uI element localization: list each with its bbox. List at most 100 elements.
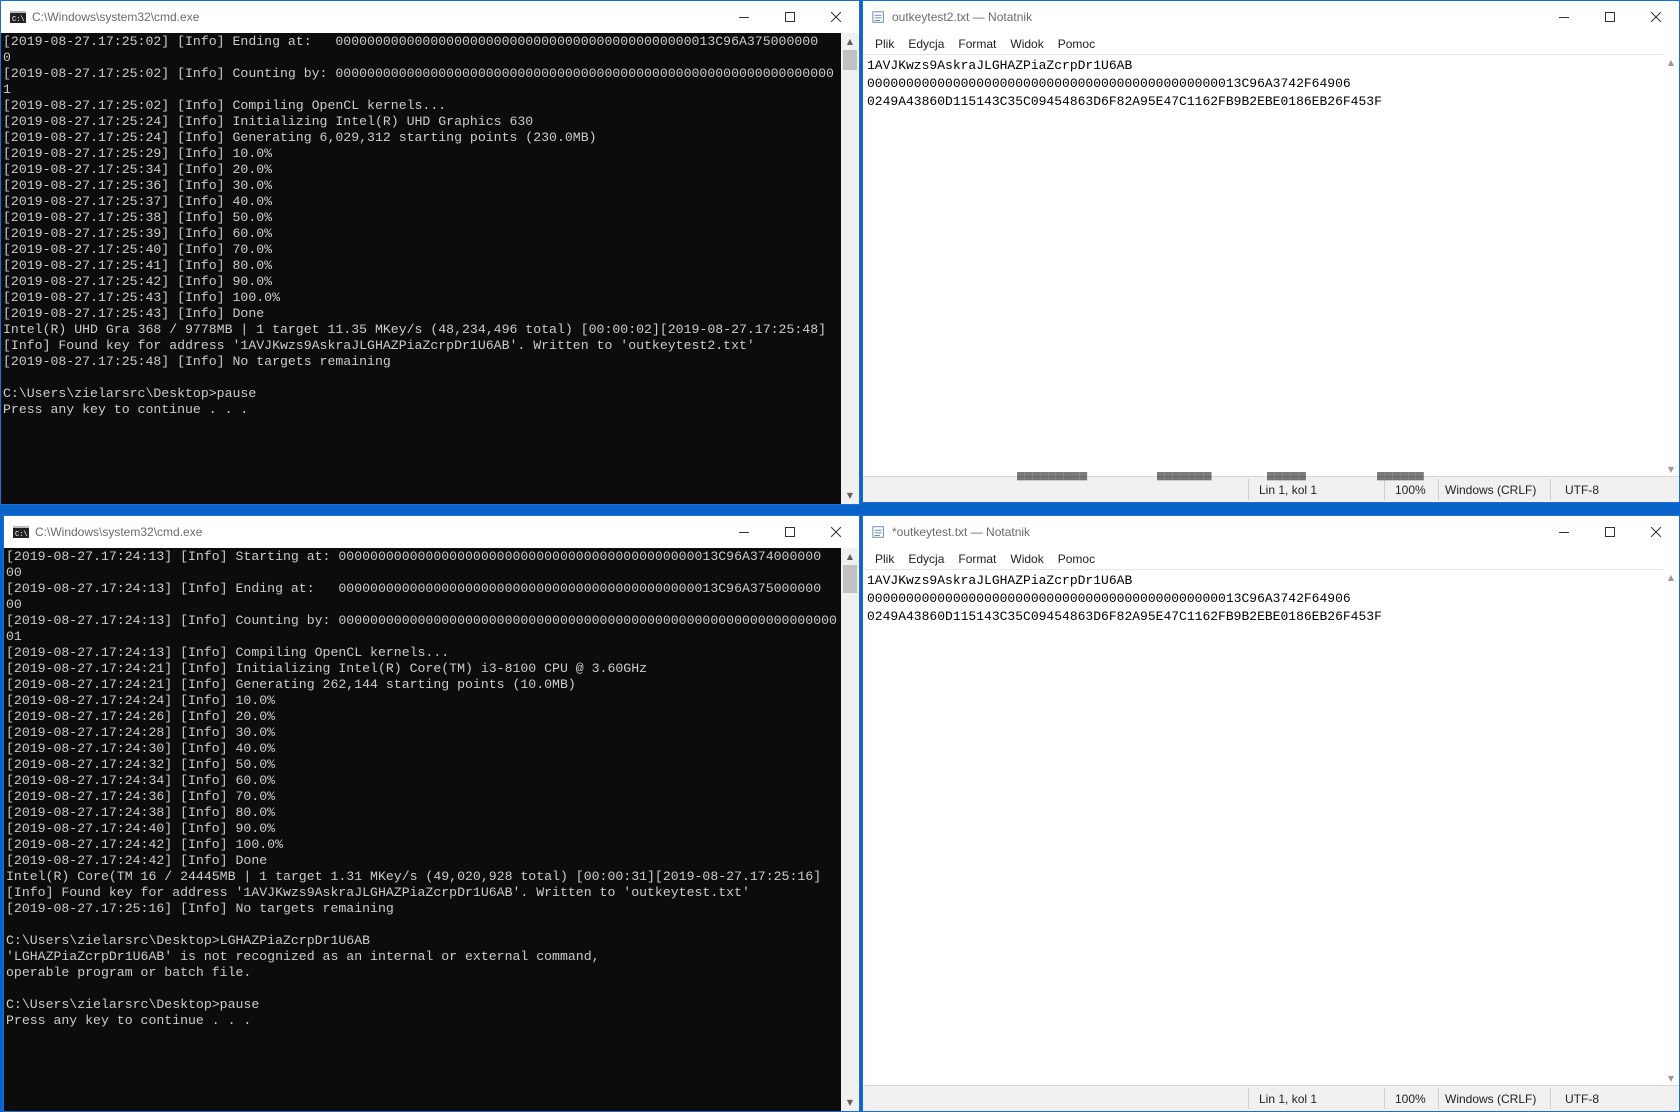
- cmd-window-bottom[interactable]: C:\ C:\Windows\system32\cmd.exe [2019-08…: [3, 515, 860, 1112]
- text-line: [2019-08-27.17:24:13] [Info] Counting by…: [6, 613, 837, 628]
- cursor-position: Lin 1, kol 1: [1259, 1092, 1318, 1106]
- close-icon: [1651, 12, 1661, 22]
- notepad-window-top[interactable]: outkeytest2.txt — Notatnik Plik Edycja F…: [862, 0, 1680, 503]
- scroll-up-arrow-icon[interactable]: ▲: [841, 548, 859, 565]
- text-line: Press any key to continue . . .: [3, 402, 249, 417]
- scroll-thumb[interactable]: [843, 50, 857, 70]
- text-line: [2019-08-27.17:24:26] [Info] 20.0%: [6, 709, 276, 724]
- menu-plik[interactable]: Plik: [868, 37, 901, 51]
- text-line: [2019-08-27.17:24:21] [Info] Initializin…: [6, 661, 648, 676]
- text-line: [2019-08-27.17:25:48] [Info] No targets …: [3, 354, 391, 369]
- menu-widok[interactable]: Widok: [1003, 37, 1050, 51]
- text-line: 0249A43860D115143C35C09454863D6F82A95E47…: [867, 94, 1382, 109]
- text-line: [2019-08-27.17:24:42] [Info] Done: [6, 853, 268, 868]
- console-area[interactable]: [2019-08-27.17:24:13] [Info] Starting at…: [4, 548, 841, 1111]
- menu-format[interactable]: Format: [951, 37, 1003, 51]
- scroll-thumb[interactable]: [843, 565, 857, 593]
- maximize-button[interactable]: [767, 516, 813, 548]
- scroll-down-arrow-icon[interactable]: ▼: [841, 487, 859, 504]
- text-line: [2019-08-27.17:25:37] [Info] 40.0%: [3, 194, 273, 209]
- title-bar[interactable]: *outkeytest.txt — Notatnik: [863, 516, 1679, 548]
- maximize-icon: [785, 527, 795, 537]
- minimize-button[interactable]: [721, 516, 767, 548]
- console-area[interactable]: [2019-08-27.17:25:02] [Info] Ending at: …: [1, 33, 841, 504]
- text-line: [2019-08-27.17:24:38] [Info] 80.0%: [6, 805, 276, 820]
- minimize-button[interactable]: [721, 1, 767, 33]
- text-line: C:\Users\zielarsrc\Desktop>pause: [6, 997, 260, 1012]
- text-line: [2019-08-27.17:25:29] [Info] 10.0%: [3, 146, 273, 161]
- status-bar: Lin 1, kol 1 100% Windows (CRLF) UTF-8: [863, 1085, 1679, 1111]
- scroll-up-arrow-icon[interactable]: ▲: [1663, 569, 1679, 585]
- menu-pomoc[interactable]: Pomoc: [1051, 552, 1102, 566]
- svg-text:C:\: C:\: [15, 531, 28, 538]
- text-editor[interactable]: 1AVJKwzs9AskraJLGHAZPiaZcrpDr1U6AB 000000…: [863, 54, 1663, 477]
- menu-format[interactable]: Format: [951, 552, 1003, 566]
- close-button[interactable]: [813, 516, 859, 548]
- text-line: [Info] Found key for address '1AVJKwzs9A…: [6, 885, 750, 900]
- window-title: *outkeytest.txt — Notatnik: [892, 525, 1031, 539]
- title-bar[interactable]: C:\ C:\Windows\system32\cmd.exe: [4, 516, 859, 548]
- text-line: [2019-08-27.17:25:43] [Info] 100.0%: [3, 290, 280, 305]
- text-editor[interactable]: 1AVJKwzs9AskraJLGHAZPiaZcrpDr1U6AB 000000…: [863, 569, 1663, 1086]
- maximize-button[interactable]: [767, 1, 813, 33]
- console-output: [2019-08-27.17:25:02] [Info] Ending at: …: [1, 33, 841, 504]
- text-line: [2019-08-27.17:24:13] [Info] Starting at…: [6, 549, 822, 564]
- editor-content: 1AVJKwzs9AskraJLGHAZPiaZcrpDr1U6AB 000000…: [863, 570, 1663, 628]
- minimize-icon: [739, 532, 749, 533]
- close-button[interactable]: [813, 1, 859, 33]
- text-line: [Info] Found key for address '1AVJKwzs9A…: [3, 338, 755, 353]
- encoding: UTF-8: [1565, 1092, 1599, 1106]
- console-output: [2019-08-27.17:24:13] [Info] Starting at…: [4, 548, 841, 1111]
- encoding: UTF-8: [1565, 483, 1599, 497]
- vertical-scrollbar[interactable]: ▲ ▼: [1663, 569, 1679, 1086]
- text-line: [6, 917, 839, 933]
- text-line: [2019-08-27.17:25:02] [Info] Ending at: …: [3, 34, 819, 49]
- maximize-icon: [1605, 12, 1615, 22]
- title-bar[interactable]: outkeytest2.txt — Notatnik: [863, 1, 1679, 33]
- minimize-icon: [1559, 17, 1569, 18]
- text-line: [2019-08-27.17:24:40] [Info] 90.0%: [6, 821, 276, 836]
- text-line: [2019-08-27.17:25:43] [Info] Done: [3, 306, 265, 321]
- menu-plik[interactable]: Plik: [868, 552, 901, 566]
- maximize-button[interactable]: [1587, 1, 1633, 33]
- text-line: [2019-08-27.17:24:30] [Info] 40.0%: [6, 741, 276, 756]
- close-button[interactable]: [1633, 1, 1679, 33]
- scroll-down-arrow-icon[interactable]: ▼: [1663, 461, 1679, 477]
- text-line: [2019-08-27.17:25:41] [Info] 80.0%: [3, 258, 273, 273]
- text-line: [2019-08-27.17:25:39] [Info] 60.0%: [3, 226, 273, 241]
- minimize-button[interactable]: [1541, 1, 1587, 33]
- menu-widok[interactable]: Widok: [1003, 552, 1050, 566]
- title-bar[interactable]: C:\ C:\Windows\system32\cmd.exe: [1, 1, 859, 33]
- close-button[interactable]: [1633, 516, 1679, 548]
- scroll-up-arrow-icon[interactable]: ▲: [841, 33, 859, 50]
- minimize-button[interactable]: [1541, 516, 1587, 548]
- text-line: 00: [6, 565, 22, 580]
- text-line: [2019-08-27.17:25:34] [Info] 20.0%: [3, 162, 273, 177]
- text-line: [2019-08-27.17:24:24] [Info] 10.0%: [6, 693, 276, 708]
- scroll-down-arrow-icon[interactable]: ▼: [1663, 1070, 1679, 1086]
- maximize-icon: [1605, 527, 1615, 537]
- vertical-scrollbar[interactable]: ▲ ▼: [1663, 54, 1679, 477]
- cmd-window-top[interactable]: C:\ C:\Windows\system32\cmd.exe [2019-08…: [0, 0, 860, 505]
- text-line: C:\Users\zielarsrc\Desktop>pause: [3, 386, 257, 401]
- text-line: [2019-08-27.17:25:16] [Info] No targets …: [6, 901, 394, 916]
- vertical-scrollbar[interactable]: ▲ ▼: [841, 548, 859, 1111]
- cmd-icon: C:\: [13, 526, 29, 538]
- text-line: [2019-08-27.17:24:13] [Info] Ending at: …: [6, 581, 822, 596]
- notepad-window-bottom[interactable]: *outkeytest.txt — Notatnik Plik Edycja F…: [862, 515, 1680, 1112]
- cmd-icon: C:\: [10, 11, 26, 23]
- scroll-down-arrow-icon[interactable]: ▼: [841, 1094, 859, 1111]
- maximize-button[interactable]: [1587, 516, 1633, 548]
- vertical-scrollbar[interactable]: ▲ ▼: [841, 33, 859, 504]
- menu-edycja[interactable]: Edycja: [901, 37, 951, 51]
- text-line: [2019-08-27.17:25:24] [Info] Initializin…: [3, 114, 534, 129]
- menu-edycja[interactable]: Edycja: [901, 552, 951, 566]
- text-line: [2019-08-27.17:25:40] [Info] 70.0%: [3, 242, 273, 257]
- text-line: [2019-08-27.17:24:13] [Info] Compiling O…: [6, 645, 450, 660]
- menu-pomoc[interactable]: Pomoc: [1051, 37, 1102, 51]
- svg-text:C:\: C:\: [12, 16, 25, 23]
- text-line: [2019-08-27.17:24:36] [Info] 70.0%: [6, 789, 276, 804]
- scroll-up-arrow-icon[interactable]: ▲: [1663, 54, 1679, 70]
- text-line: 1AVJKwzs9AskraJLGHAZPiaZcrpDr1U6AB: [867, 573, 1133, 588]
- text-line: [2019-08-27.17:24:21] [Info] Generating …: [6, 677, 576, 692]
